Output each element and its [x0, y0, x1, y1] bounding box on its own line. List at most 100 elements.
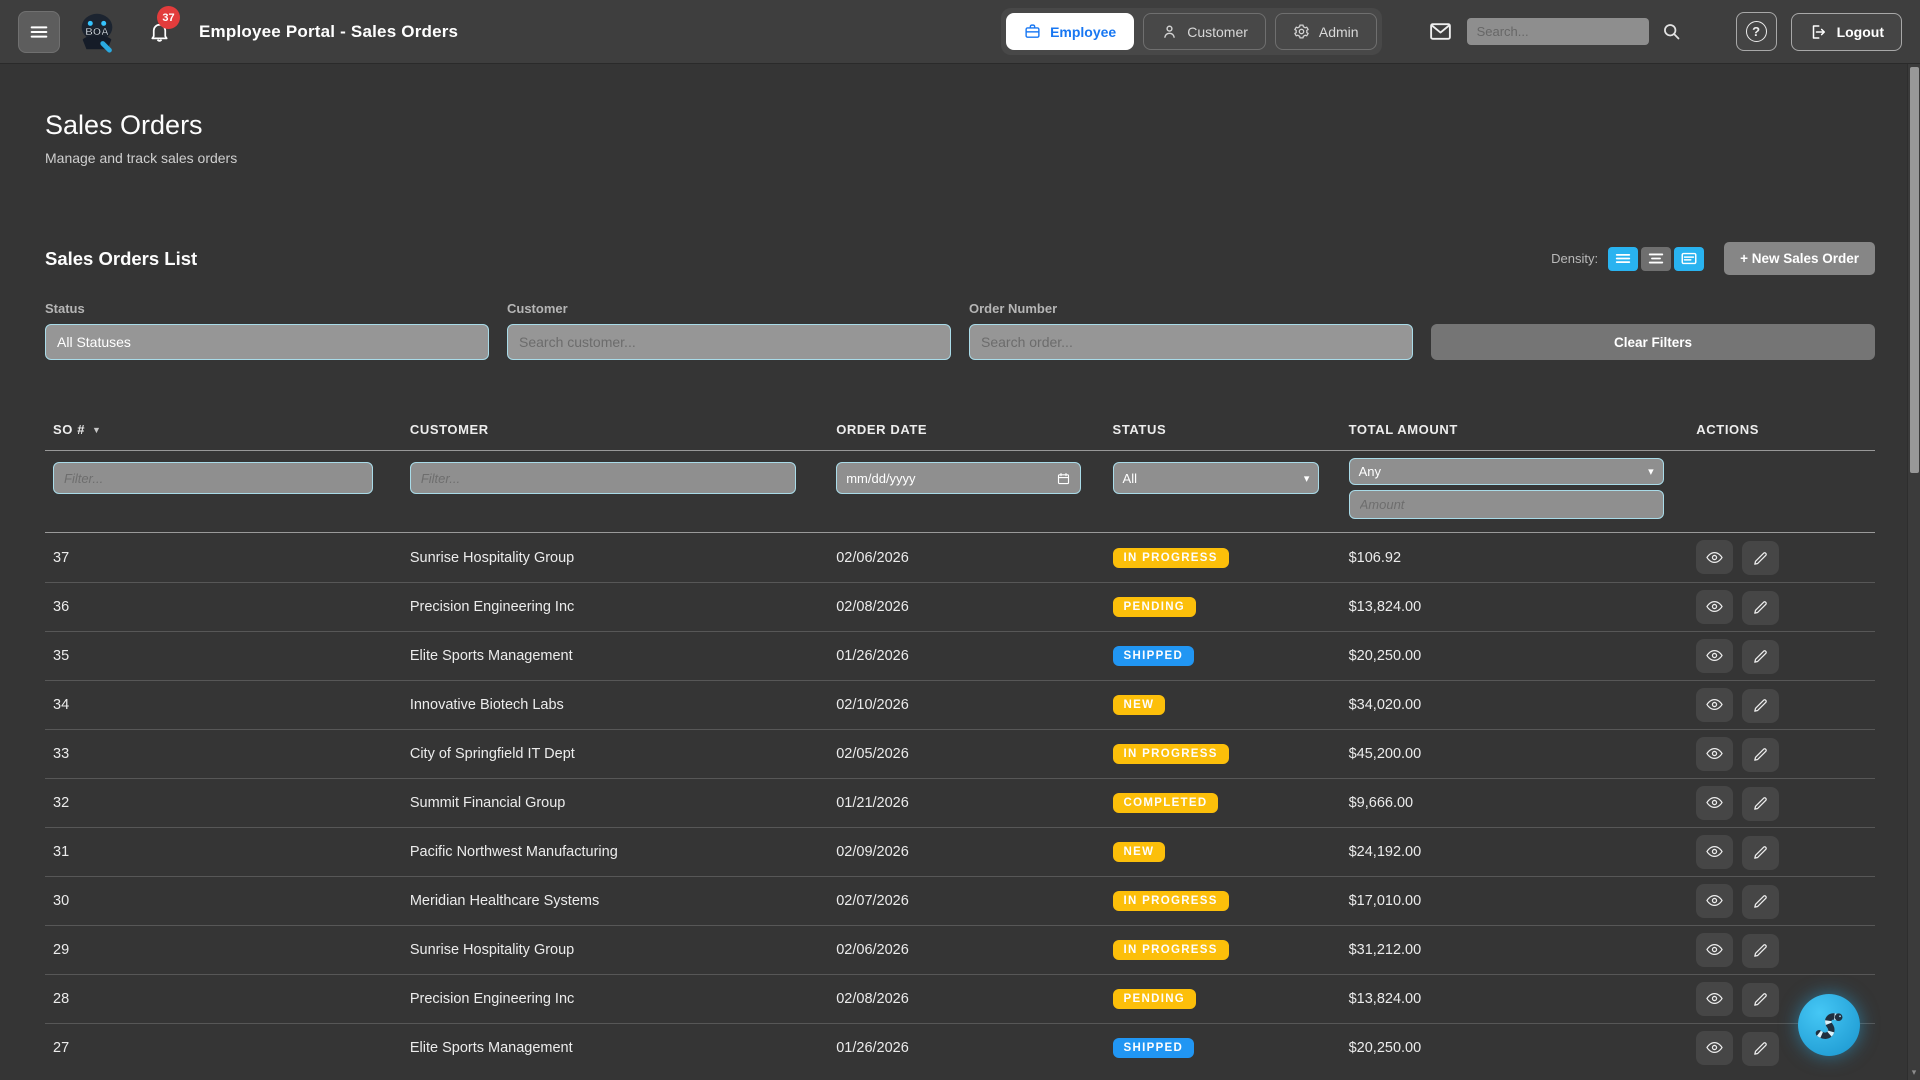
- customer-filter-label: Customer: [507, 301, 951, 316]
- help-button[interactable]: ?: [1736, 12, 1777, 51]
- status-cell: IN PROGRESS: [1105, 548, 1341, 568]
- customer-column-filter-input[interactable]: [410, 462, 796, 494]
- customer-cell: Precision Engineering Inc: [402, 991, 828, 1007]
- density-comfortable-icon: [1647, 251, 1665, 266]
- view-order-button[interactable]: [1696, 639, 1733, 673]
- order-date-cell: 02/08/2026: [828, 599, 1104, 615]
- logout-button[interactable]: Logout: [1791, 13, 1902, 51]
- clear-filters-button[interactable]: Clear Filters: [1431, 324, 1875, 360]
- edit-order-button[interactable]: [1742, 787, 1779, 821]
- notifications-button[interactable]: 37: [148, 20, 171, 43]
- mail-button[interactable]: [1428, 19, 1453, 44]
- column-header-order-date[interactable]: ORDER DATE: [828, 416, 1104, 450]
- pencil-icon: [1752, 991, 1769, 1008]
- column-header-customer[interactable]: CUSTOMER: [402, 416, 828, 450]
- status-column-filter-value: All: [1123, 471, 1137, 486]
- edit-order-button[interactable]: [1742, 738, 1779, 772]
- edit-order-button[interactable]: [1742, 591, 1779, 625]
- density-compact-button[interactable]: [1608, 247, 1638, 271]
- status-cell: IN PROGRESS: [1105, 891, 1341, 911]
- pencil-icon: [1752, 844, 1769, 861]
- view-order-button[interactable]: [1696, 884, 1733, 918]
- table-row: 29Sunrise Hospitality Group02/06/2026IN …: [45, 925, 1875, 974]
- chevron-down-icon: ▾: [1304, 472, 1310, 485]
- customer-filter-input[interactable]: [507, 324, 951, 360]
- table-row: 33City of Springfield IT Dept02/05/2026I…: [45, 729, 1875, 778]
- view-order-button[interactable]: [1696, 688, 1733, 722]
- table-header-row: SO # ▼ CUSTOMER ORDER DATE STATUS TOTAL …: [45, 416, 1875, 451]
- edit-order-button[interactable]: [1742, 541, 1779, 575]
- edit-order-button[interactable]: [1742, 983, 1779, 1017]
- view-order-button[interactable]: [1696, 1031, 1733, 1065]
- new-sales-order-button[interactable]: + New Sales Order: [1724, 242, 1875, 275]
- scrollbar-thumb[interactable]: [1910, 67, 1919, 473]
- tab-customer[interactable]: Customer: [1143, 13, 1266, 50]
- edit-order-button[interactable]: [1742, 640, 1779, 674]
- edit-order-button[interactable]: [1742, 1032, 1779, 1066]
- customer-column-filter-cell: [402, 462, 828, 494]
- edit-order-button[interactable]: [1742, 836, 1779, 870]
- status-badge: IN PROGRESS: [1113, 744, 1229, 764]
- list-filters: Status All Statuses Customer Order Numbe…: [45, 301, 1875, 360]
- density-comfortable-button[interactable]: [1641, 247, 1671, 271]
- status-badge: SHIPPED: [1113, 1038, 1195, 1058]
- view-order-button[interactable]: [1696, 835, 1733, 869]
- status-cell: PENDING: [1105, 989, 1341, 1009]
- eye-icon: [1705, 548, 1724, 567]
- list-title: Sales Orders List: [45, 248, 197, 270]
- density-card-button[interactable]: [1674, 247, 1704, 271]
- briefcase-icon: [1024, 23, 1041, 40]
- calendar-icon[interactable]: [1056, 471, 1071, 486]
- table-row: 34Innovative Biotech Labs02/10/2026NEW$3…: [45, 680, 1875, 729]
- pencil-icon: [1752, 648, 1769, 665]
- table-row: 35Elite Sports Management01/26/2026SHIPP…: [45, 631, 1875, 680]
- search-submit-button[interactable]: [1661, 21, 1682, 42]
- edit-order-button[interactable]: [1742, 934, 1779, 968]
- amount-cell: $13,824.00: [1341, 599, 1689, 615]
- tab-employee[interactable]: Employee: [1006, 13, 1134, 50]
- page-scrollbar[interactable]: ▾: [1907, 64, 1920, 1080]
- table-row: 27Elite Sports Management01/26/2026SHIPP…: [45, 1023, 1875, 1072]
- order-date-cell: 02/08/2026: [828, 991, 1104, 1007]
- order-number-filter-input[interactable]: [969, 324, 1413, 360]
- column-header-status[interactable]: STATUS: [1105, 416, 1341, 450]
- so-column-filter-cell: [45, 462, 402, 494]
- view-order-button[interactable]: [1696, 933, 1733, 967]
- assistant-fab-button[interactable]: [1798, 994, 1860, 1056]
- view-order-button[interactable]: [1696, 982, 1733, 1016]
- column-header-total-amount[interactable]: TOTAL AMOUNT: [1341, 416, 1689, 450]
- view-order-button[interactable]: [1696, 590, 1733, 624]
- actions-cell: [1688, 540, 1875, 575]
- status-filter-select[interactable]: All Statuses: [45, 324, 489, 360]
- status-cell: NEW: [1105, 842, 1341, 862]
- amount-range-filter-select[interactable]: Any ▾: [1349, 458, 1664, 485]
- amount-range-filter-value: Any: [1359, 464, 1381, 479]
- status-cell: NEW: [1105, 695, 1341, 715]
- so-column-filter-input[interactable]: [53, 462, 373, 494]
- hamburger-menu-button[interactable]: [18, 11, 60, 53]
- order-date-cell: 02/06/2026: [828, 550, 1104, 566]
- scrollbar-down-arrow-icon[interactable]: ▾: [1908, 1067, 1920, 1078]
- status-column-filter-select[interactable]: All ▾: [1113, 462, 1320, 494]
- order-date-cell: 01/26/2026: [828, 648, 1104, 664]
- density-compact-icon: [1614, 251, 1632, 266]
- actions-cell: [1688, 933, 1875, 968]
- tab-customer-label: Customer: [1187, 24, 1248, 40]
- amount-filter-input[interactable]: [1349, 490, 1664, 519]
- snake-mascot-icon: [1807, 1003, 1851, 1047]
- view-order-button[interactable]: [1696, 786, 1733, 820]
- pencil-icon: [1752, 942, 1769, 959]
- global-search-input[interactable]: [1467, 18, 1649, 45]
- eye-icon: [1705, 793, 1724, 812]
- boa-mascot-icon: BOA: [74, 9, 120, 55]
- clear-filters-field: Clear Filters: [1431, 324, 1875, 360]
- order-date-filter-input[interactable]: mm/dd/yyyy: [836, 462, 1081, 494]
- column-header-so[interactable]: SO # ▼: [45, 416, 402, 450]
- edit-order-button[interactable]: [1742, 689, 1779, 723]
- tab-admin[interactable]: Admin: [1275, 13, 1377, 50]
- edit-order-button[interactable]: [1742, 885, 1779, 919]
- view-order-button[interactable]: [1696, 540, 1733, 574]
- pencil-icon: [1752, 599, 1769, 616]
- customer-cell: Sunrise Hospitality Group: [402, 550, 828, 566]
- view-order-button[interactable]: [1696, 737, 1733, 771]
